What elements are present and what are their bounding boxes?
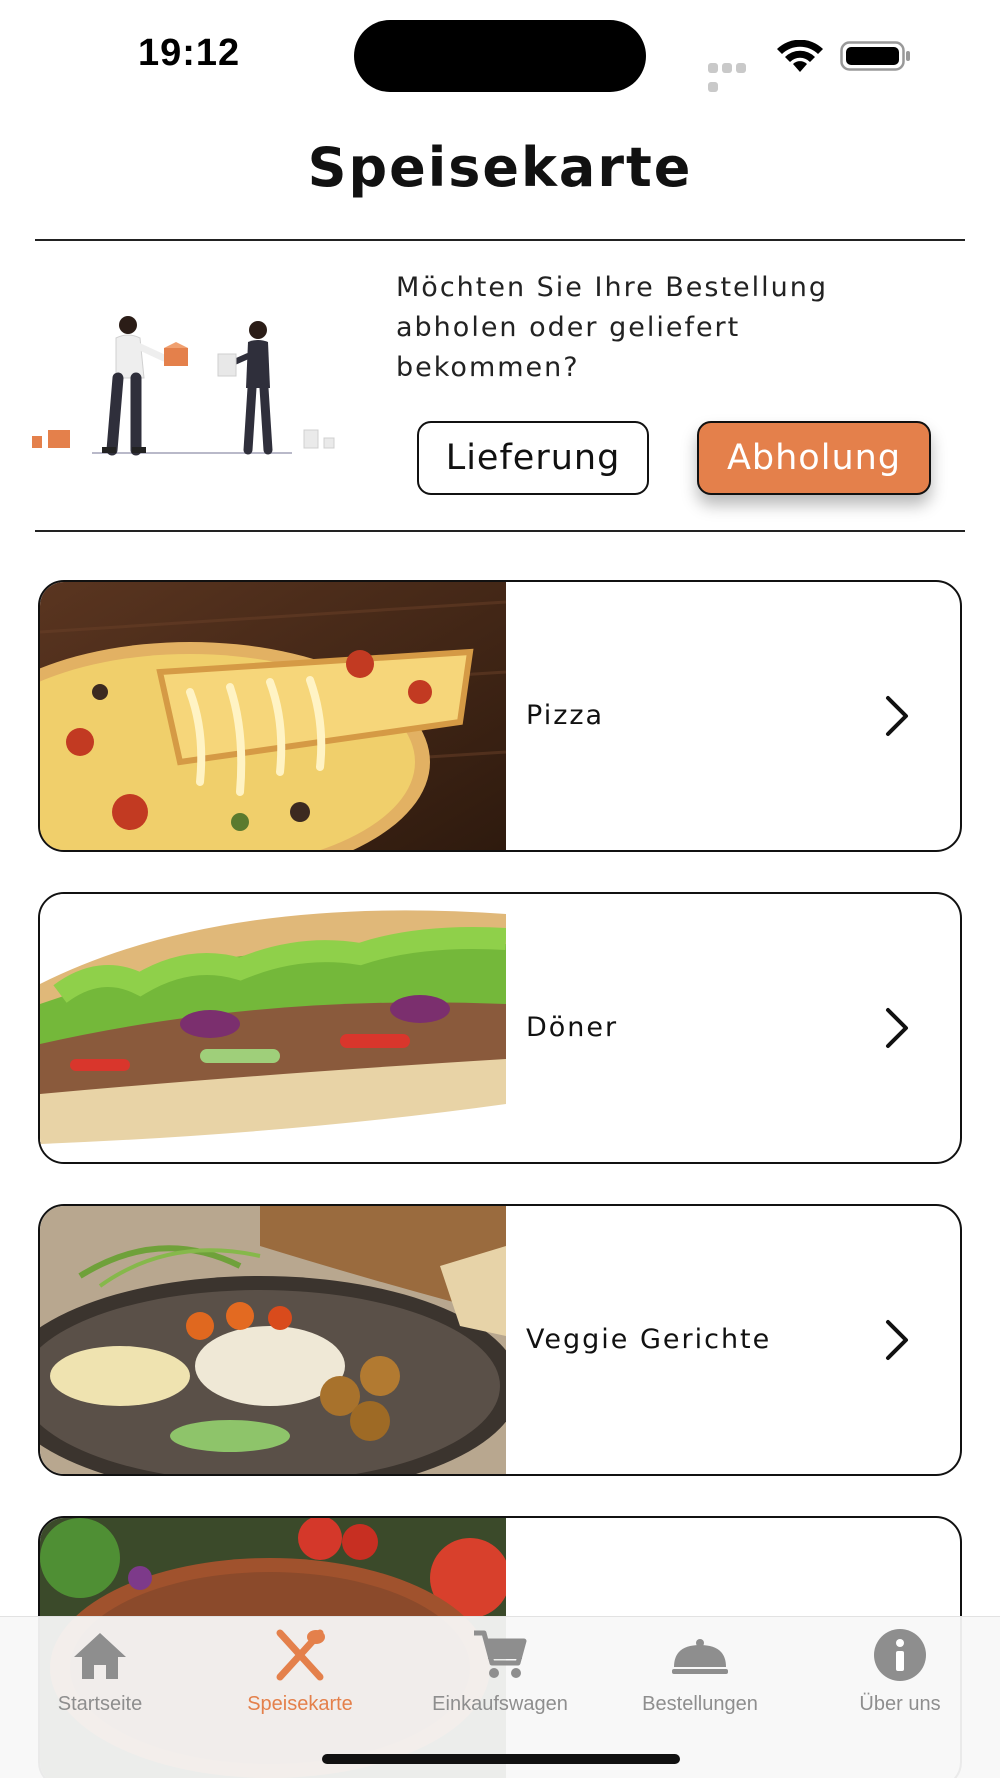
tab-label: Über uns — [859, 1693, 941, 1715]
category-card-doner[interactable]: Döner — [38, 892, 962, 1164]
status-bar: 19:12 — [0, 0, 1000, 110]
chevron-right-icon — [886, 696, 908, 736]
home-indicator[interactable] — [322, 1754, 680, 1764]
chevron-right-icon — [886, 1008, 908, 1048]
pizza-image — [40, 582, 506, 850]
category-label: Döner — [526, 1012, 619, 1043]
chevron-right-icon — [886, 1320, 908, 1360]
delivery-question: Möchten Sie Ihre Bestellung abholen oder… — [396, 272, 829, 383]
wifi-icon — [777, 40, 823, 72]
cellular-signal-icon — [708, 58, 762, 92]
tab-speisekarte[interactable]: Speisekarte — [200, 1617, 400, 1727]
tab-einkaufswagen[interactable]: Einkaufswagen — [400, 1617, 600, 1727]
veggie-image — [40, 1206, 506, 1474]
cart-icon — [474, 1630, 527, 1678]
category-card-pizza[interactable]: Pizza — [38, 580, 962, 852]
section-divider — [35, 530, 965, 532]
top-divider — [35, 239, 965, 241]
tab-label: Einkaufswagen — [432, 1693, 568, 1715]
delivery-illustration — [32, 316, 335, 456]
fork-knife-icon — [276, 1629, 325, 1681]
category-label: Veggie Gerichte — [526, 1324, 772, 1355]
doner-image — [40, 894, 506, 1162]
tab-label: Bestellungen — [642, 1693, 758, 1715]
tab-startseite[interactable]: Startseite — [0, 1617, 200, 1727]
info-icon — [874, 1629, 926, 1681]
home-icon — [74, 1633, 126, 1679]
page-title: Speisekarte — [307, 136, 693, 199]
tab-bestellungen[interactable]: Bestellungen — [600, 1617, 800, 1727]
tab-ueber-uns[interactable]: Über uns — [800, 1617, 1000, 1727]
category-label: Pizza — [526, 700, 605, 731]
dynamic-island — [354, 20, 646, 92]
status-time: 19:12 — [138, 32, 241, 74]
delivery-button[interactable]: Lieferung — [417, 421, 649, 495]
tab-label: Speisekarte — [247, 1693, 353, 1715]
battery-icon — [840, 41, 910, 71]
menu-screen: 19:12 Speisekarte Möchten Sie Ihre Beste… — [0, 0, 1000, 1778]
tab-label: Startseite — [57, 1693, 143, 1715]
cloche-icon — [672, 1639, 728, 1674]
pickup-button[interactable]: Abholung — [697, 421, 931, 495]
category-card-veggie[interactable]: Veggie Gerichte — [38, 1204, 962, 1476]
